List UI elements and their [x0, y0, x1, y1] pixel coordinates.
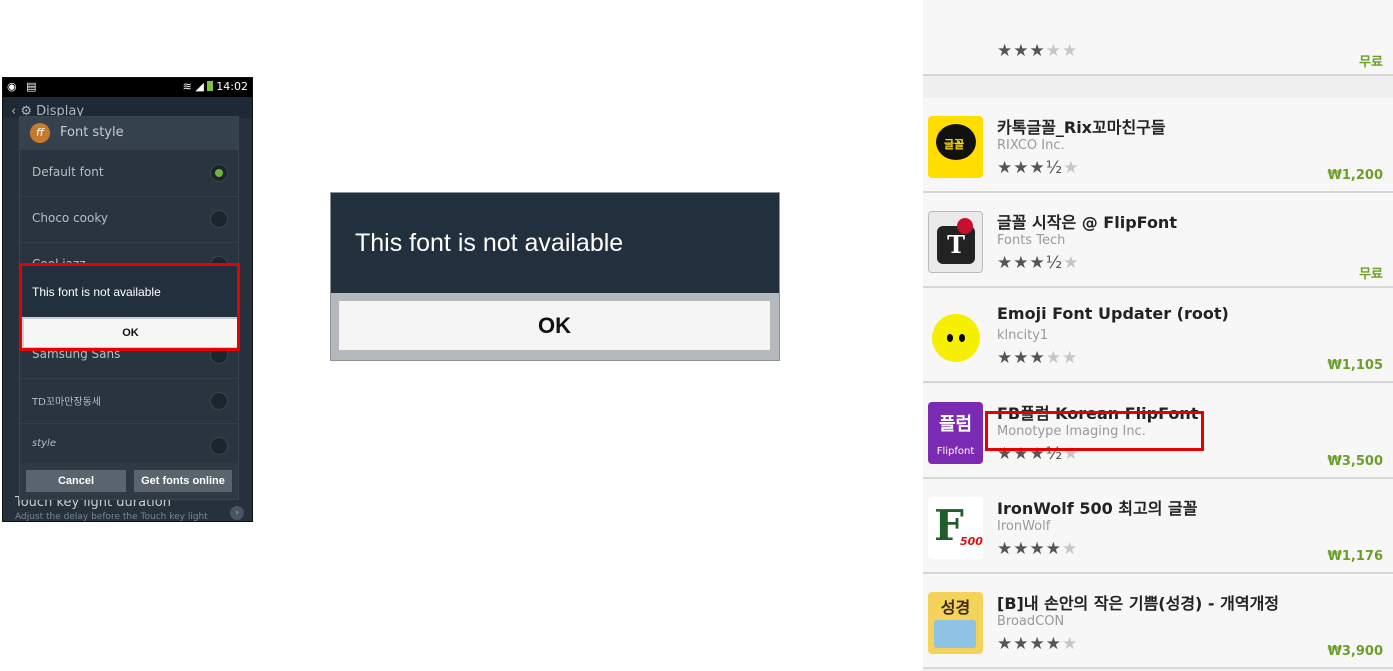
- highlight-box: [19, 263, 240, 351]
- list-item[interactable]: 성경 [B]내 손안의 작은 기쁨(성경) - 개역개정 BroadCON ★★…: [923, 574, 1393, 669]
- app-developer: RIXCO Inc.: [997, 138, 1065, 153]
- rating-stars: ★★★★★: [997, 348, 1079, 368]
- settings-row-sub: Adjust the delay before the Touch key li…: [15, 512, 208, 522]
- list-item[interactable]: T 글꼴 시작은 @ FlipFont Fonts Tech ★★★½★ 무료: [923, 193, 1393, 288]
- bible-icon: 성경: [928, 592, 983, 654]
- font-option-label: Choco cooky: [32, 211, 108, 225]
- battery-icon: [207, 81, 214, 91]
- font-option-label: TD꼬마만장동세: [32, 397, 102, 408]
- app-developer: klncity1: [997, 328, 1049, 343]
- dialog-title: Font style: [60, 125, 124, 140]
- highlight-box: [985, 411, 1204, 451]
- list-item[interactable]: F 500 IronWolf 500 최고의 글꼴 IronWolf ★★★★★…: [923, 479, 1393, 574]
- price-label: ₩1,105: [1327, 358, 1383, 373]
- radio-selected-icon[interactable]: [210, 164, 228, 182]
- enlarged-font-unavailable-alert: This font is not available OK: [330, 192, 780, 361]
- price-label: ₩3,500: [1327, 454, 1383, 469]
- app-name: Emoji Font Updater (root): [997, 304, 1229, 323]
- radio-icon[interactable]: [210, 437, 228, 455]
- list-item[interactable]: 글꼴 카톡글꼴_Rix꼬마친구들 RIXCO Inc. ★★★½★ ₩1,200: [923, 98, 1393, 193]
- rating-stars: ★★★★★: [997, 41, 1079, 61]
- font-option[interactable]: Choco cooky: [20, 197, 238, 241]
- font-option[interactable]: TD꼬마만장동세: [20, 379, 238, 423]
- dialog-header: ff Font style: [20, 117, 238, 150]
- app-developer: BroadCON: [997, 614, 1065, 629]
- list-item[interactable]: Emoji Font Updater (root) klncity1 ★★★★★…: [923, 288, 1393, 383]
- f500-icon: F 500: [928, 497, 983, 559]
- notification-icons: ◉ ▤: [7, 80, 40, 93]
- font-option[interactable]: Default font: [20, 151, 238, 195]
- flipfont-icon: 플럼 Flipfont: [928, 402, 983, 464]
- rating-stars: ★★★★★: [997, 539, 1079, 559]
- wifi-signal-icon: ≋ ◢: [182, 80, 208, 93]
- radio-icon[interactable]: [210, 210, 228, 228]
- status-bar: ◉ ▤ ≋ ◢ 14:02: [3, 78, 252, 97]
- font-style-icon: ff: [30, 123, 50, 143]
- phone-settings-screenshot: ◉ ▤ ≋ ◢ 14:02 ‹ ⚙ Display Touch key ligh…: [2, 77, 253, 522]
- alert-message: This font is not available: [355, 229, 624, 257]
- price-label: ₩1,176: [1327, 549, 1383, 564]
- ok-button[interactable]: OK: [339, 301, 770, 350]
- app-developer: IronWolf: [997, 519, 1051, 534]
- price-label: 무료: [1359, 267, 1383, 282]
- list-item[interactable]: ★★★★★ 무료: [923, 0, 1393, 76]
- app-developer: Fonts Tech: [997, 233, 1066, 248]
- price-label: ₩1,200: [1327, 168, 1383, 183]
- price-label: ₩3,900: [1327, 644, 1383, 659]
- app-name: 글꼴 시작은 @ FlipFont: [997, 213, 1177, 232]
- chevron-right-icon[interactable]: ›: [230, 506, 244, 520]
- alert-header: This font is not available: [331, 193, 779, 293]
- font-option[interactable]: style: [20, 424, 238, 468]
- status-time: 14:02: [216, 80, 248, 93]
- font-option-label: style: [32, 438, 56, 449]
- rating-stars: ★★★½★: [997, 253, 1080, 273]
- rating-stars: ★★★★★: [997, 634, 1079, 654]
- rating-stars: ★★★½★: [997, 158, 1080, 178]
- play-store-screenshot: ‹ 폰트 ★★★★★ 무료 글꼴 카톡글꼴_Rix꼬마친구들 RIXCO Inc…: [923, 0, 1393, 671]
- dialog-buttons: Cancel Get fonts online: [20, 463, 238, 499]
- cancel-button[interactable]: Cancel: [26, 470, 126, 492]
- smiley-icon: [928, 306, 983, 368]
- chat-bubble-icon: 글꼴: [928, 116, 983, 178]
- price-label: 무료: [1359, 55, 1383, 70]
- radio-icon[interactable]: [210, 392, 228, 410]
- get-fonts-online-button[interactable]: Get fonts online: [134, 470, 232, 492]
- app-name: IronWolf 500 최고의 글꼴: [997, 499, 1198, 518]
- app-name: [B]내 손안의 작은 기쁨(성경) - 개역개정: [997, 594, 1280, 613]
- app-name: 카톡글꼴_Rix꼬마친구들: [997, 118, 1166, 137]
- font-option-label: Default font: [32, 165, 104, 179]
- rose-t-icon: T: [928, 211, 983, 273]
- status-right: ≋ ◢ 14:02: [183, 80, 248, 93]
